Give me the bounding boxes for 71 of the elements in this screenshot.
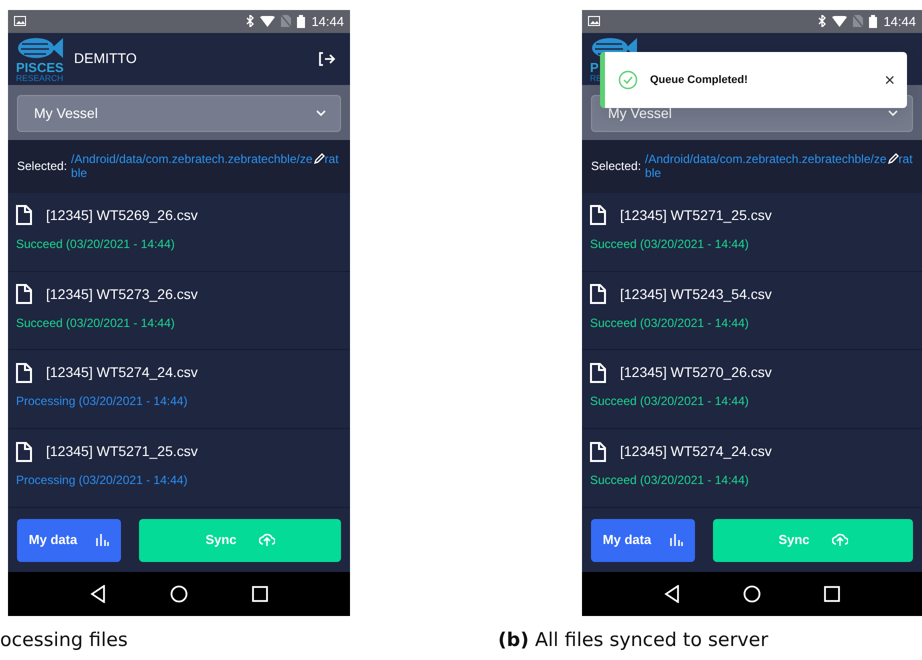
wifi-icon: [832, 16, 848, 27]
path-link[interactable]: ble: [645, 166, 662, 181]
logout-icon[interactable]: [318, 50, 336, 67]
cloud-upload-icon: [832, 533, 848, 548]
clock: 14:44: [883, 12, 916, 31]
no-sim-icon: [281, 15, 292, 28]
file-status: Succeed (03/20/2021 - 14:44): [590, 236, 750, 253]
logo-text: P: [590, 61, 599, 74]
file-name[interactable]: [12345] WT5274_24.csv: [620, 441, 772, 462]
file-status: Processing (03/20/2021 - 14:44): [16, 393, 188, 410]
file-status: Succeed (03/20/2021 - 14:44): [16, 236, 176, 253]
my-data-button[interactable]: My data: [591, 518, 695, 562]
battery-icon: [869, 14, 878, 28]
file-name[interactable]: [12345] WT5273_26.csv: [46, 284, 198, 305]
bar-chart-icon: [669, 534, 684, 546]
file-name[interactable]: [12345] WT5270_26.csv: [620, 362, 772, 384]
no-sim-icon: [853, 15, 864, 28]
file-status: Succeed (03/20/2021 - 14:44): [590, 314, 750, 332]
path-link[interactable]: rat: [324, 152, 339, 166]
chevron-down-icon: [316, 110, 326, 116]
selected-label: Selected:: [591, 158, 642, 176]
path-link[interactable]: /Android/data/com.zebratech.zebratechble/ze: [645, 152, 887, 166]
file-icon: [16, 442, 32, 462]
logo-text: RESEARCH: [16, 74, 64, 83]
file-status: Succeed (03/20/2021 - 14:44): [16, 314, 176, 332]
figure-caption: (b) All files synced to server: [498, 628, 770, 653]
bar-chart-icon: [95, 534, 110, 546]
chevron-down-icon: [888, 110, 898, 116]
pencil-icon[interactable]: [312, 153, 325, 166]
path-link[interactable]: rat: [898, 152, 913, 166]
file-name[interactable]: [12345] WT5271_25.csv: [46, 441, 198, 462]
file-icon: [16, 205, 32, 226]
clock: 14:44: [311, 12, 344, 31]
app-title: DEMITTO: [74, 49, 138, 68]
file-name[interactable]: [12345] WT5271_25.csv: [620, 204, 772, 226]
path-link[interactable]: ble: [71, 166, 88, 181]
file-icon: [16, 284, 32, 304]
file-icon: [590, 362, 606, 383]
my-data-button[interactable]: My data: [17, 518, 121, 562]
bluetooth-icon: [818, 15, 826, 28]
recents-icon[interactable]: [252, 586, 268, 602]
logo-text: PISCES: [16, 61, 64, 74]
file-name[interactable]: [12345] WT5269_26.csv: [46, 204, 198, 226]
back-icon[interactable]: [90, 585, 106, 604]
home-icon[interactable]: [742, 585, 761, 604]
wifi-icon: [260, 16, 276, 27]
file-icon: [16, 362, 32, 383]
toast-message: Queue Completed!: [650, 72, 749, 88]
bluetooth-icon: [246, 15, 254, 28]
cloud-upload-icon: [258, 533, 275, 548]
path-link[interactable]: /Android/data/com.zebratech.zebratechble/ze: [71, 152, 313, 166]
file-icon: [590, 205, 606, 226]
file-status: Processing (03/20/2021 - 14:44): [16, 472, 188, 490]
selected-label: Selected:: [17, 158, 68, 176]
vessel-dropdown[interactable]: My Vessel: [17, 94, 341, 132]
battery-icon: [297, 14, 306, 28]
image-icon: [14, 16, 26, 26]
check-circle-icon: [618, 70, 638, 90]
file-name[interactable]: [12345] WT5243_54.csv: [620, 284, 772, 305]
home-icon[interactable]: [170, 585, 188, 604]
recents-icon[interactable]: [824, 586, 840, 602]
file-icon: [590, 284, 606, 304]
pencil-icon[interactable]: [886, 153, 899, 166]
file-status: Succeed (03/20/2021 - 14:44): [590, 393, 750, 410]
file-icon: [590, 442, 606, 462]
file-status: Succeed (03/20/2021 - 14:44): [590, 472, 750, 490]
close-button[interactable]: ×: [884, 71, 895, 89]
file-name[interactable]: [12345] WT5274_24.csv: [46, 362, 198, 384]
image-icon: [588, 16, 600, 26]
figure-caption: ocessing files: [0, 628, 129, 653]
back-icon[interactable]: [664, 585, 680, 604]
